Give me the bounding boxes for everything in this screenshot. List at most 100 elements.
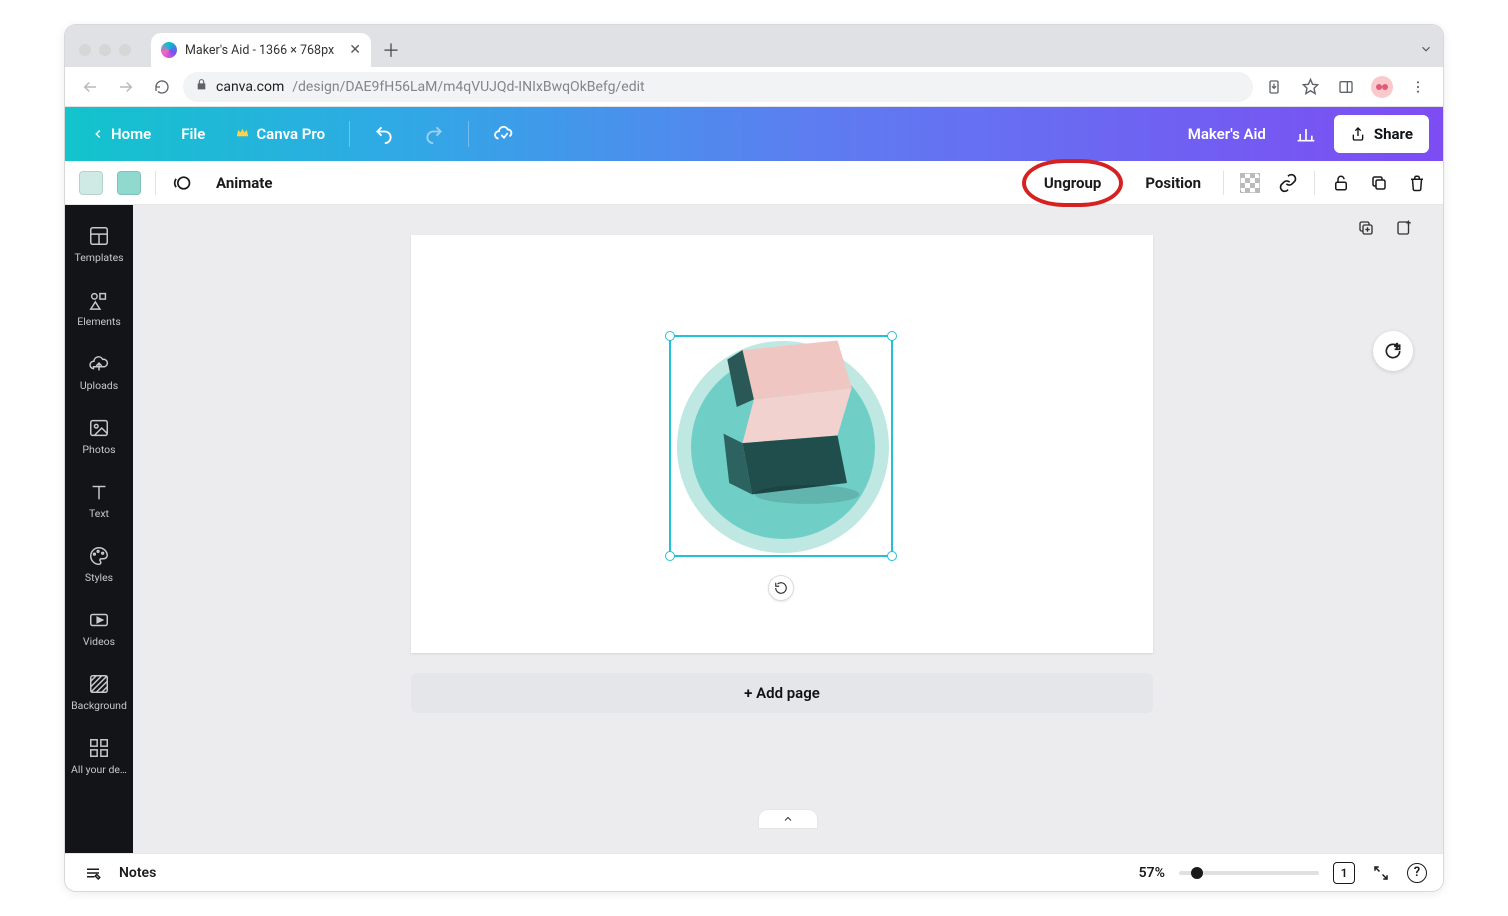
header-separator (349, 121, 350, 147)
rotate-handle[interactable] (768, 575, 794, 601)
new-tab-button[interactable]: ＋ (377, 36, 405, 64)
zoom-value[interactable]: 57% (1139, 865, 1165, 881)
tab-title: Maker's Aid - 1366 × 768px (185, 43, 334, 58)
trash-icon[interactable] (1405, 171, 1429, 195)
sidebar-item-label: Templates (74, 251, 123, 264)
install-app-icon[interactable] (1259, 72, 1289, 102)
cloud-save-icon[interactable] (481, 115, 527, 153)
selection-box[interactable] (669, 335, 893, 557)
sidepanel-icon[interactable] (1331, 72, 1361, 102)
add-page-icon[interactable] (1393, 217, 1415, 239)
link-icon[interactable] (1276, 171, 1300, 195)
file-label: File (181, 125, 205, 143)
sidebar-item-videos[interactable]: Videos (65, 599, 133, 657)
design-canvas[interactable] (411, 235, 1153, 653)
traffic-close-icon[interactable] (79, 44, 91, 56)
share-button[interactable]: Share (1334, 115, 1429, 153)
toolbar-divider (155, 171, 156, 195)
fullscreen-icon[interactable] (1369, 861, 1393, 885)
sidebar-item-templates[interactable]: Templates (65, 215, 133, 273)
sidebar-item-label: All your de… (71, 763, 127, 776)
sidebar-item-uploads[interactable]: Uploads (65, 343, 133, 401)
project-title[interactable]: Maker's Aid (1176, 117, 1278, 151)
selection-handle-bl[interactable] (665, 551, 675, 561)
toolbar-divider-2 (1223, 171, 1224, 195)
zoom-thumb[interactable] (1191, 867, 1203, 879)
nav-forward-button[interactable] (111, 72, 141, 102)
duplicate-page-icon[interactable] (1355, 217, 1377, 239)
selection-handle-br[interactable] (887, 551, 897, 561)
notes-button[interactable]: Notes (119, 865, 156, 881)
position-button[interactable]: Position (1137, 168, 1209, 198)
duplicate-icon[interactable] (1367, 171, 1391, 195)
notes-icon[interactable] (81, 861, 105, 885)
sidebar-item-label: Elements (77, 315, 121, 328)
sidebar-item-label: Photos (82, 443, 115, 456)
sidebar-item-photos[interactable]: Photos (65, 407, 133, 465)
home-button[interactable]: Home (79, 117, 163, 151)
transparency-icon[interactable] (1238, 171, 1262, 195)
sidebar-item-label: Videos (83, 635, 115, 648)
help-button[interactable]: ? (1407, 863, 1427, 883)
sidebar-item-text[interactable]: Text (65, 471, 133, 529)
bottom-drawer-handle[interactable] (758, 809, 818, 829)
animate-button[interactable]: Animate (208, 168, 280, 198)
tabs-dropdown-icon[interactable] (1419, 41, 1433, 60)
footer-bar: Notes 57% 1 ? (65, 853, 1443, 891)
sidebar-item-label: Text (89, 507, 109, 520)
canva-header: Home File Canva Pro Maker's Aid (65, 107, 1443, 161)
page-indicator[interactable]: 1 (1333, 862, 1355, 884)
close-tab-icon[interactable]: ✕ (349, 42, 361, 58)
traffic-max-icon[interactable] (119, 44, 131, 56)
file-menu[interactable]: File (169, 117, 217, 151)
bookmark-icon[interactable] (1295, 72, 1325, 102)
profile-avatar[interactable] (1367, 72, 1397, 102)
selection-handle-tl[interactable] (665, 331, 675, 341)
svg-text:+: + (1395, 342, 1400, 352)
sidebar-item-background[interactable]: Background (65, 663, 133, 721)
nav-reload-button[interactable] (147, 72, 177, 102)
project-title-label: Maker's Aid (1188, 125, 1266, 143)
left-sidebar: Templates Elements Uploads Photos Text S… (65, 205, 133, 853)
selection-handle-tr[interactable] (887, 331, 897, 341)
color-swatch-1[interactable] (79, 171, 103, 195)
sidebar-item-styles[interactable]: Styles (65, 535, 133, 593)
browser-tabbar: Maker's Aid - 1366 × 768px ✕ ＋ (65, 25, 1443, 67)
sidebar-item-label: Styles (85, 571, 113, 584)
omnibox[interactable]: canva.com/design/DAE9fH56LaM/m4qVUJQd-IN… (183, 72, 1253, 102)
url-host: canva.com (216, 79, 284, 95)
window-controls[interactable] (79, 44, 131, 56)
graphic-box-image[interactable] (695, 331, 885, 521)
share-label: Share (1374, 125, 1413, 143)
color-swatch-2[interactable] (117, 171, 141, 195)
browser-menu-icon[interactable] (1403, 72, 1433, 102)
canva-pro-button[interactable]: Canva Pro (223, 117, 337, 152)
pro-label: Canva Pro (256, 125, 325, 143)
redo-button[interactable] (412, 116, 456, 152)
sidebar-item-all-designs[interactable]: All your de… (65, 727, 133, 785)
undo-button[interactable] (362, 116, 406, 152)
animate-icon[interactable] (170, 171, 194, 195)
app-body: Templates Elements Uploads Photos Text S… (65, 205, 1443, 853)
lock-icon[interactable] (1329, 171, 1353, 195)
insights-icon[interactable] (1284, 116, 1328, 152)
context-toolbar: Animate Ungroup Position (65, 161, 1443, 205)
canvas-stage[interactable]: + + Add page (133, 205, 1443, 853)
browser-addressbar: canva.com/design/DAE9fH56LaM/m4qVUJQd-IN… (65, 67, 1443, 107)
page-number: 1 (1341, 866, 1348, 880)
nav-back-button[interactable] (75, 72, 105, 102)
add-page-button[interactable]: + Add page (411, 673, 1153, 713)
regenerate-button[interactable]: + (1373, 331, 1413, 371)
url-path: /design/DAE9fH56LaM/m4qVUJQd-INIxBwqOkBe… (292, 79, 644, 95)
toolbar-divider-3 (1314, 171, 1315, 195)
canva-favicon-icon (161, 42, 177, 58)
sidebar-item-label: Uploads (80, 379, 118, 392)
browser-window: Maker's Aid - 1366 × 768px ✕ ＋ canva.com… (64, 24, 1444, 892)
page-actions (1355, 217, 1415, 239)
zoom-slider[interactable] (1179, 871, 1319, 875)
traffic-min-icon[interactable] (99, 44, 111, 56)
avatar-icon (1371, 76, 1393, 98)
browser-tab[interactable]: Maker's Aid - 1366 × 768px ✕ (151, 33, 371, 67)
ungroup-button[interactable]: Ungroup (1036, 168, 1109, 198)
sidebar-item-elements[interactable]: Elements (65, 279, 133, 337)
